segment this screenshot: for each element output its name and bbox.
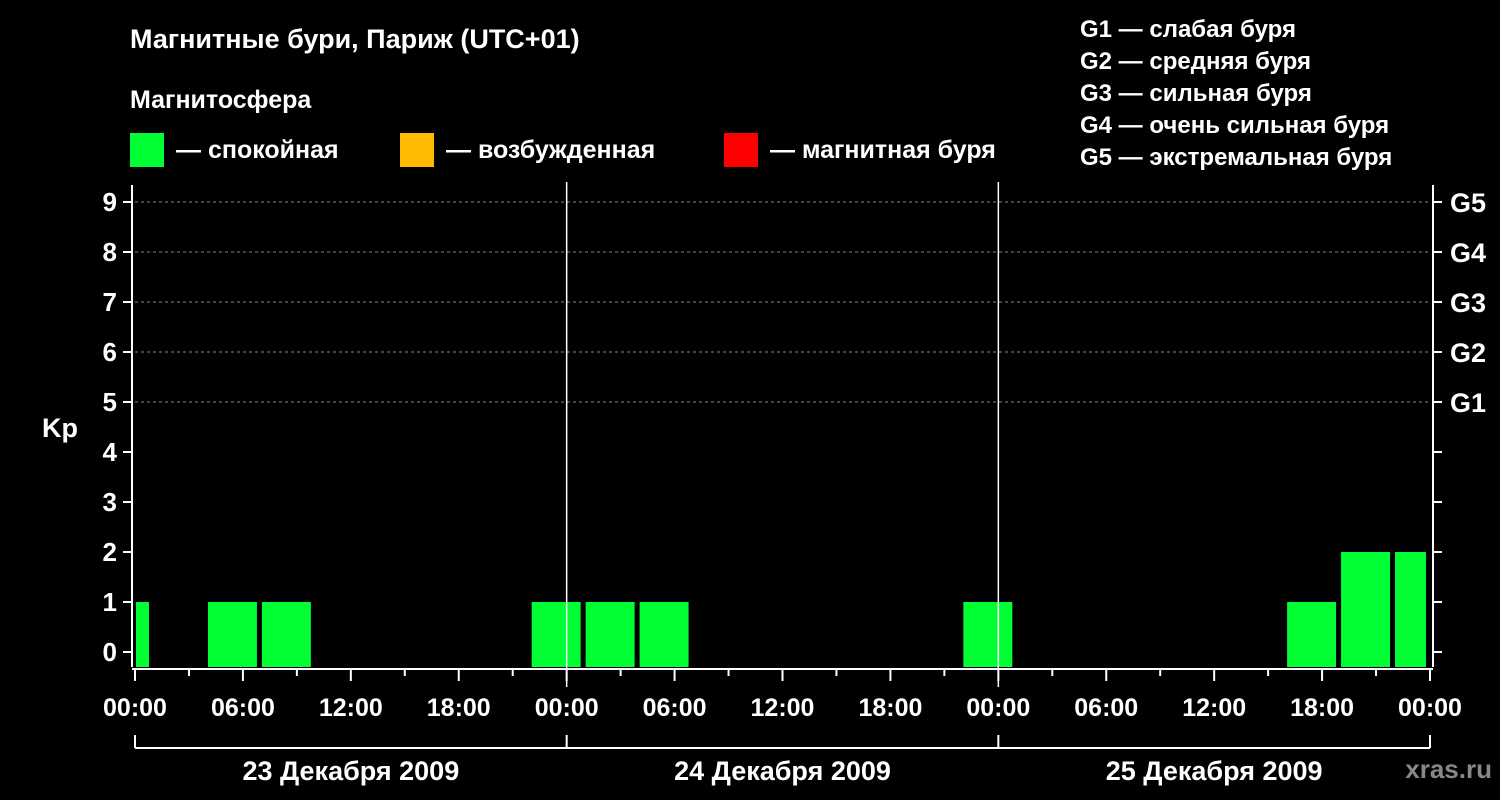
x-tick-label: 18:00 [1290,694,1354,722]
x-tick-label: 12:00 [319,694,383,722]
kp-bar [531,602,581,667]
g-tick-label: G3 [1450,288,1486,318]
day-label: 25 Декабря 2009 [1106,756,1323,786]
kp-bar [207,602,257,667]
kp-bar [639,602,689,667]
x-tick-label: 06:00 [1074,694,1138,722]
y-tick-label: 4 [103,437,118,467]
day-label: 24 Декабря 2009 [674,756,891,786]
g-tick-label: G2 [1450,338,1486,368]
kp-chart: 0 1 2 3 4 5 6 7 8 9 G1 G2 G3 G4 G5 Kp 00:00 06:00 12:00 18:… [42,182,1486,786]
g-tick-label: G1 [1450,388,1486,418]
g-tick-label: G5 [1450,188,1486,218]
y-tick-label: 5 [103,387,117,417]
y-axis-label: Kp [42,413,78,443]
x-tick-label: 12:00 [1182,694,1246,722]
y-tick-label: 8 [103,237,117,267]
y-tick-label: 6 [103,337,117,367]
x-tick-label: 18:00 [427,694,491,722]
kp-bar [1395,552,1426,667]
x-tick-label: 12:00 [751,694,815,722]
day-label: 23 Декабря 2009 [242,756,459,786]
y-tick-label: 0 [103,637,117,667]
x-tick-label: 00:00 [535,694,599,722]
y-tick-label: 9 [103,187,117,217]
x-tick-label: 18:00 [858,694,922,722]
x-tick-label: 00:00 [966,694,1030,722]
x-tick-label: 06:00 [211,694,275,722]
y-tick-label: 2 [103,537,117,567]
kp-bar [585,602,635,667]
watermark: xras.ru [1405,754,1492,784]
kp-bar [1341,552,1391,667]
kp-bar [136,602,149,667]
kp-bar [963,602,1013,667]
x-tick-label: 00:00 [1398,694,1462,722]
y-tick-label: 1 [103,587,117,617]
x-tick-label: 00:00 [103,694,167,722]
g-tick-label: G4 [1450,238,1486,268]
x-tick-label: 06:00 [643,694,707,722]
kp-bar [1287,602,1337,667]
kp-bar [261,602,311,667]
y-tick-label: 3 [103,487,117,517]
y-tick-label: 7 [103,287,117,317]
